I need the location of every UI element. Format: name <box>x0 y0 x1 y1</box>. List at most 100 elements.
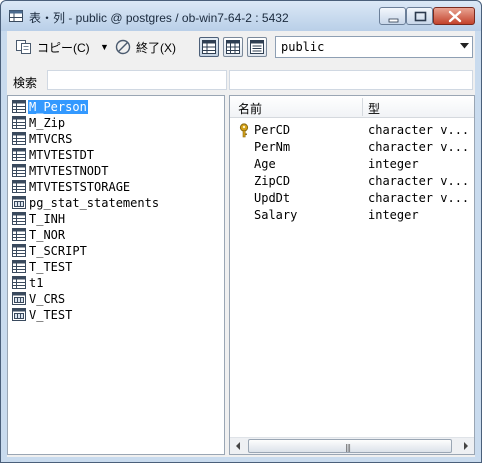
title-bar[interactable]: 表・列 - public @ postgres / ob-win7-64-2 :… <box>1 1 481 31</box>
column-header: 名前 型 <box>230 96 474 118</box>
scroll-right-icon[interactable] <box>457 438 474 454</box>
grid-view-button[interactable] <box>223 37 243 57</box>
column-name: PerCD <box>254 123 291 137</box>
close-button[interactable] <box>433 7 475 25</box>
column-name: Age <box>254 157 276 171</box>
exit-button[interactable]: 終了(X) <box>115 37 176 57</box>
close-icon <box>448 10 462 23</box>
copy-dropdown-arrow[interactable]: ▼ <box>100 37 109 57</box>
table-icon <box>12 228 26 241</box>
schema-select[interactable]: public <box>275 36 473 58</box>
scroll-left-icon[interactable] <box>230 438 247 454</box>
table-name: V_TEST <box>29 308 73 322</box>
table-name: MTVTESTNODT <box>29 164 109 178</box>
column-type: integer <box>368 157 419 171</box>
column-list[interactable]: 名前 型 PerCD character v... PerNm character v… <box>229 95 475 455</box>
toolbar: コピー(C) ▼ 終了(X) public <box>7 31 475 65</box>
grid-view-icon <box>226 40 240 54</box>
table-name: pg_stat_statements <box>29 196 160 210</box>
table-list-item[interactable]: T_SCRIPT <box>11 243 88 259</box>
column-type: character v... <box>368 174 470 188</box>
table-icon <box>12 164 26 177</box>
column-name: Salary <box>254 208 298 222</box>
column-row[interactable]: Salary integer <box>230 207 474 224</box>
table-list[interactable]: M_Person M_Zip MTVCRS MTVTESTDT MTVTESTNODT M… <box>7 95 225 455</box>
table-icon <box>12 180 26 193</box>
table-name: MTVTESTDT <box>29 148 95 162</box>
table-name: T_SCRIPT <box>29 244 87 258</box>
header-name[interactable]: 名前 <box>238 100 262 117</box>
table-icon <box>12 116 26 129</box>
table-list-item[interactable]: MTVTESTSTORAGE <box>11 179 131 195</box>
table-list-item[interactable]: pg_stat_statements <box>11 195 160 211</box>
copy-button[interactable]: コピー(C) <box>15 37 90 57</box>
minimize-button[interactable] <box>379 7 406 25</box>
table-list-item[interactable]: T_INH <box>11 211 66 227</box>
table-icon <box>9 10 23 22</box>
column-name: ZipCD <box>254 174 291 188</box>
table-name: M_Person <box>28 100 88 114</box>
table-list-item[interactable]: V_CRS <box>11 291 66 307</box>
table-list-item[interactable]: MTVCRS <box>11 131 73 147</box>
table-list-item[interactable]: M_Person <box>11 99 88 115</box>
list-view-button[interactable] <box>247 37 267 57</box>
primary-key-icon <box>239 123 249 138</box>
table-view-button[interactable] <box>199 37 219 57</box>
list-view-icon <box>250 40 264 54</box>
header-type[interactable]: 型 <box>368 100 380 117</box>
window-title: 表・列 - public @ postgres / ob-win7-64-2 :… <box>29 11 289 25</box>
table-list-item[interactable]: V_TEST <box>11 307 73 323</box>
chevron-down-icon <box>460 43 469 49</box>
column-type: character v... <box>368 123 470 137</box>
table-list-item[interactable]: T_TEST <box>11 259 73 275</box>
column-row[interactable]: PerNm character v... <box>230 139 474 156</box>
filter-input[interactable] <box>229 70 473 90</box>
view-icon <box>12 292 26 305</box>
table-name: T_INH <box>29 212 66 226</box>
table-name: MTVCRS <box>29 132 73 146</box>
scrollbar-thumb[interactable]: ||| <box>248 439 452 453</box>
maximize-icon <box>414 11 427 22</box>
maximize-button[interactable] <box>406 7 433 25</box>
table-name: V_CRS <box>29 292 66 306</box>
table-list-item[interactable]: T_NOR <box>11 227 66 243</box>
table-icon <box>12 132 26 145</box>
table-list-item[interactable]: MTVTESTNODT <box>11 163 109 179</box>
column-row[interactable]: ZipCD character v... <box>230 173 474 190</box>
table-icon <box>12 148 26 161</box>
header-divider[interactable] <box>362 98 363 116</box>
app-window: 表・列 - public @ postgres / ob-win7-64-2 :… <box>0 0 482 463</box>
view-icon <box>12 196 26 209</box>
client-area: コピー(C) ▼ 終了(X) public 検索 M_Person M_Zip … <box>7 31 475 457</box>
table-icon <box>12 212 26 225</box>
column-type: character v... <box>368 140 470 154</box>
search-label: 検索 <box>13 76 38 90</box>
table-icon <box>12 260 26 273</box>
table-list-item[interactable]: M_Zip <box>11 115 66 131</box>
table-name: MTVTESTSTORAGE <box>29 180 131 194</box>
minimize-icon <box>388 18 399 23</box>
scrollbar-grip: ||| <box>345 443 351 452</box>
table-list-item[interactable]: MTVTESTDT <box>11 147 95 163</box>
column-type: integer <box>368 208 419 222</box>
column-row[interactable]: Age integer <box>230 156 474 173</box>
exit-label: 終了(X) <box>136 40 176 55</box>
search-input[interactable] <box>47 70 227 90</box>
column-type: character v... <box>368 191 470 205</box>
table-name: T_TEST <box>29 260 73 274</box>
column-row[interactable]: PerCD character v... <box>230 122 474 139</box>
schema-value: public <box>281 40 325 54</box>
table-icon <box>12 100 26 113</box>
column-name: PerNm <box>254 140 291 154</box>
stop-icon <box>115 39 131 55</box>
copy-icon <box>16 40 31 54</box>
table-icon <box>12 244 26 257</box>
table-name: M_Zip <box>29 116 66 130</box>
copy-label: コピー(C) <box>37 40 90 55</box>
table-name: T_NOR <box>29 228 66 242</box>
table-view-icon <box>202 40 216 54</box>
horizontal-scrollbar[interactable]: ||| <box>230 437 474 454</box>
column-row[interactable]: UpdDt character v... <box>230 190 474 207</box>
table-name: t1 <box>29 276 44 290</box>
table-list-item[interactable]: t1 <box>11 275 44 291</box>
